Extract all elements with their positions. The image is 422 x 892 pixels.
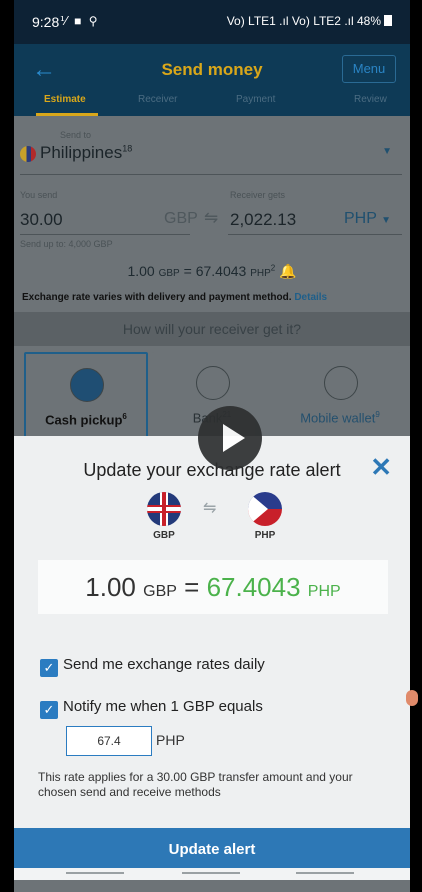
video-play-icon[interactable] <box>198 406 262 470</box>
checkmark-icon: ✓ <box>40 701 58 719</box>
step-payment: Payment <box>236 94 276 105</box>
alert-rate-input[interactable]: 67.4 <box>66 726 152 756</box>
to-currency-code: PHP <box>254 530 276 541</box>
method-label: Cash pickup6 <box>26 412 146 427</box>
divider <box>20 174 402 175</box>
receive-currency-text: PHP <box>344 210 377 227</box>
exchange-rate-line: 1.00 GBP = 67.4043 PHP2 🔔 <box>14 263 410 280</box>
method-mobile-wallet[interactable]: Mobile wallet9 <box>280 352 400 442</box>
send-to-label: Send to <box>60 130 92 140</box>
send-amount-input[interactable]: 30.00 <box>20 210 63 230</box>
divider <box>228 234 402 235</box>
rate-from-unit: GBP <box>143 583 177 600</box>
status-time: 9:28 <box>32 14 60 30</box>
status-bar: 9:28 ⅟ ■ ⚲ Vo) LTE1 .ıl Vo) LTE2 .ıl 48% <box>14 0 410 44</box>
signal-battery-text: Vo) LTE1 .ıl Vo) LTE2 .ıl 48% <box>226 14 381 28</box>
receive-amount-input[interactable]: 2,022.13 <box>230 210 296 230</box>
details-link[interactable]: Details <box>294 292 327 303</box>
rate-alert-dialog: Update your exchange rate alert ✕ ⇋ GBP … <box>14 436 410 880</box>
swap-icon: ⇋ <box>204 208 219 227</box>
rate-left-value: 1.00 <box>127 263 155 279</box>
send-currency: GBP <box>164 210 198 227</box>
cash-icon <box>70 368 104 402</box>
rate-left-unit: GBP <box>158 268 180 279</box>
fine-print: This rate applies for a 30.00 GBP transf… <box>38 770 353 799</box>
step-receiver: Receiver <box>138 94 178 105</box>
rate-note-text: Exchange rate varies with delivery and p… <box>22 292 292 303</box>
rate-sup: 2 <box>270 263 276 273</box>
method-label-text: Mobile wallet <box>300 410 376 426</box>
method-sup: 9 <box>375 410 380 419</box>
checkmark-icon: ✓ <box>40 659 58 677</box>
menu-button[interactable]: Menu <box>342 55 396 83</box>
rate-display: 1.00 GBP = 67.4043 PHP <box>38 560 388 614</box>
rate-equals-value: = 67.4043 <box>183 263 247 279</box>
notify-checkbox[interactable]: ✓ Notify me when 1 GBP equals <box>40 698 263 719</box>
swap-icon: ⇋ <box>203 500 217 517</box>
floating-dot[interactable] <box>406 690 418 706</box>
receive-currency-select[interactable]: PHP ▼ <box>344 210 391 228</box>
from-currency-code: GBP <box>153 530 175 541</box>
send-to-select[interactable]: Send to Philippines18 ▼ <box>20 116 410 172</box>
country-sup: 18 <box>122 143 133 154</box>
you-send-label: You send <box>20 190 58 200</box>
chevron-down-icon: ▼ <box>382 146 392 157</box>
rate-to: 67.4043 <box>206 572 301 602</box>
method-label-text: Cash pickup <box>45 412 123 428</box>
country-text: Philippines <box>40 143 123 162</box>
status-left-icons: ⅟ ■ ⚲ <box>60 14 100 28</box>
philippines-flag-icon <box>20 146 36 162</box>
notify-label: Notify me when 1 GBP equals <box>63 698 263 715</box>
method-cash-pickup[interactable]: Cash pickup6 <box>24 352 148 446</box>
close-icon[interactable]: ✕ <box>370 452 392 483</box>
rate-right-unit: PHP <box>250 268 271 279</box>
divider <box>20 234 190 235</box>
nav-handle <box>66 872 124 874</box>
app-header: ← Send money Menu Estimate Receiver Paym… <box>14 44 410 116</box>
rate-from: 1.00 <box>85 572 136 602</box>
receiver-gets-label: Receiver gets <box>230 190 286 200</box>
phone-screen: 9:28 ⅟ ■ ⚲ Vo) LTE1 .ıl Vo) LTE2 .ıl 48%… <box>14 0 410 892</box>
daily-rates-label: Send me exchange rates daily <box>63 656 265 673</box>
rate-note: Exchange rate varies with delivery and p… <box>22 292 327 303</box>
nav-handle <box>182 872 240 874</box>
update-alert-button[interactable]: Update alert <box>14 828 410 872</box>
rate-to-unit: PHP <box>307 583 341 600</box>
progress-steps: Estimate Receiver Payment Review <box>14 92 410 116</box>
step-estimate: Estimate <box>44 94 86 105</box>
nav-handle <box>296 872 354 874</box>
chevron-down-icon: ▼ <box>381 215 391 226</box>
how-prompt: How will your receiver get it? <box>14 312 410 346</box>
send-limit-text: Send up to: 4,000 GBP <box>20 239 113 249</box>
daily-rates-checkbox[interactable]: ✓ Send me exchange rates daily <box>40 656 265 677</box>
method-sup: 6 <box>122 412 127 421</box>
bank-icon <box>196 366 230 400</box>
ph-flag-triangle <box>248 492 268 526</box>
battery-icon <box>384 15 392 26</box>
status-right-indicators: Vo) LTE1 .ıl Vo) LTE2 .ıl 48% <box>227 14 392 28</box>
philippines-flag-icon <box>248 492 282 526</box>
uk-flag-cross <box>162 492 166 526</box>
rate-text: 1.00 GBP = 67.4043 PHP <box>38 572 388 603</box>
wallet-icon <box>324 366 358 400</box>
alert-rate-unit: PHP <box>156 732 185 748</box>
bell-icon[interactable]: 🔔 <box>279 263 296 279</box>
method-label: Mobile wallet9 <box>280 410 400 425</box>
uk-flag-icon <box>147 492 181 526</box>
step-review: Review <box>354 94 387 105</box>
nav-bar <box>14 868 410 880</box>
country-name: Philippines18 <box>40 143 132 163</box>
rate-equals: = <box>184 572 200 602</box>
